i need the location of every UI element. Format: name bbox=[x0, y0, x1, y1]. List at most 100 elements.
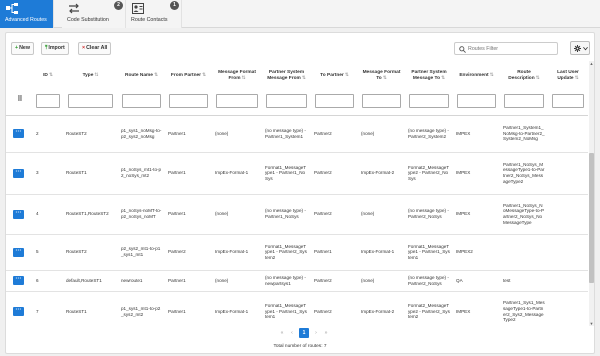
new-button[interactable]: +New bbox=[11, 42, 34, 55]
filter-row: ⠿ bbox=[6, 91, 588, 116]
filter-input-environment[interactable] bbox=[457, 93, 496, 108]
cell-message-format-from: ImpEx-Format-1 bbox=[212, 234, 262, 271]
new-button-label: New bbox=[19, 45, 30, 51]
filter-input-route-name[interactable] bbox=[122, 93, 161, 108]
column-header-route-name[interactable]: Route Name⇅ bbox=[118, 61, 165, 91]
column-header-last-user-update[interactable]: Last User Update⇅ bbox=[548, 61, 588, 91]
cell-partner-system-message-from: Format1_MessageType1 - Partner1_NoSys bbox=[262, 152, 311, 195]
next-page-button[interactable]: › bbox=[311, 328, 321, 338]
column-header-from-partner[interactable]: From Partner⇅ bbox=[165, 61, 212, 91]
column-header-partner-system-message-to[interactable]: Partner System Message To⇅ bbox=[405, 61, 453, 91]
sort-icon: ⇅ bbox=[344, 73, 349, 78]
sort-icon: ⇅ bbox=[202, 73, 207, 78]
table-row[interactable]: ··· 4 RouteST1,RouteST2 p1_noSys-noMT-to-p2… bbox=[6, 194, 588, 235]
scroll-up-arrow-icon[interactable]: ▲ bbox=[589, 61, 594, 66]
filter-input-id[interactable] bbox=[36, 93, 60, 108]
routes-table: ID⇅ Type⇅ Route Name⇅ From Partner⇅ Mess… bbox=[6, 61, 588, 326]
cell-message-format-to: ImpEx-Format-1 bbox=[358, 234, 405, 271]
column-header-type[interactable]: Type⇅ bbox=[63, 61, 118, 91]
row-menu-button[interactable]: ··· bbox=[13, 168, 24, 178]
row-actions-cell: ··· bbox=[6, 194, 33, 235]
column-chooser[interactable]: ⠿ bbox=[6, 91, 33, 116]
cell-partner-system-message-to: Format2_MessageType2 - Partner2_NoSys bbox=[405, 152, 453, 195]
cell-id: 5 bbox=[33, 234, 63, 271]
cell-partner-system-message-to: (no message type) - Partner2_NoSys bbox=[405, 194, 453, 235]
filter-input-route-description[interactable] bbox=[504, 93, 544, 108]
sort-icon: ⇅ bbox=[301, 76, 306, 81]
table-row[interactable]: ··· 2 RouteST2 p1_sys1_noMsg-to-p2_sys2_noM… bbox=[6, 115, 588, 153]
column-header-id[interactable]: ID⇅ bbox=[33, 61, 63, 91]
filter-input-partner-system-message-to[interactable] bbox=[409, 93, 449, 108]
cell-environment: IMPEX bbox=[453, 291, 500, 326]
cell-environment: IMPEX bbox=[453, 152, 500, 195]
cell-message-format-from: (none) bbox=[212, 115, 262, 153]
cell-last-user-update bbox=[548, 291, 588, 326]
column-header-environment[interactable]: Environment⇅ bbox=[453, 61, 500, 91]
chevron-down-icon bbox=[583, 46, 588, 51]
tab-label: Advanced Routes bbox=[5, 17, 47, 23]
cell-from-partner: Partner1 bbox=[165, 152, 212, 195]
close-icon: × bbox=[82, 45, 86, 51]
cell-message-format-from: ImpEx-Format-1 bbox=[212, 152, 262, 195]
last-page-button[interactable]: » bbox=[321, 328, 331, 338]
first-page-button[interactable]: « bbox=[277, 328, 287, 338]
scrollbar-thumb[interactable] bbox=[589, 153, 594, 283]
tab-route-contacts[interactable]: Route Contacts 1 bbox=[126, 0, 182, 28]
top-tab-strip: Advanced Routes Code Substitution 2 Rout… bbox=[0, 0, 600, 28]
cell-id: 4 bbox=[33, 194, 63, 235]
cell-route-name: newroute1 bbox=[118, 270, 165, 292]
cell-partner-system-message-to: (no message type) - Partner2_NoSys bbox=[405, 270, 453, 292]
tab-advanced-routes[interactable]: Advanced Routes bbox=[0, 0, 54, 28]
row-menu-button[interactable]: ··· bbox=[13, 307, 24, 316]
clear-all-label: Clear All bbox=[86, 45, 108, 51]
row-menu-button[interactable]: ··· bbox=[13, 129, 24, 138]
settings-dropdown-button[interactable] bbox=[570, 41, 590, 55]
count-badge: 2 bbox=[114, 1, 123, 10]
grid-columns-icon: ⠿ bbox=[17, 96, 22, 104]
cell-type: RouteST1 bbox=[63, 152, 118, 195]
cell-partner-system-message-from: Format1_MessageType1 - Partner1_System1 bbox=[262, 291, 311, 326]
column-header-message-format-to[interactable]: Message Format To⇅ bbox=[358, 61, 405, 91]
tab-code-substitution[interactable]: Code Substitution 2 bbox=[62, 0, 126, 28]
table-row[interactable]: ··· 5 RouteST2 p2_sys2_mt1-to-p1_sys1_mt1 Pa… bbox=[6, 234, 588, 271]
table-row[interactable]: ··· 7 RouteST1 p1_sys1_mt1-to-p2_sys2_mt2 Pa… bbox=[6, 291, 588, 326]
cell-to-partner: Partner2 bbox=[311, 291, 358, 326]
sort-icon: ⇅ bbox=[153, 73, 159, 78]
cell-route-description: Partner1_NoSys_MessageType1-to-Partner2_… bbox=[500, 152, 548, 195]
cell-last-user-update bbox=[548, 234, 588, 271]
sort-icon: ⇅ bbox=[241, 76, 246, 81]
row-menu-button[interactable]: ··· bbox=[13, 276, 24, 285]
import-button[interactable]: ⤒Import bbox=[41, 42, 69, 55]
filter-input-message-format-from[interactable] bbox=[216, 93, 258, 108]
filter-input-type[interactable] bbox=[67, 93, 114, 108]
cell-partner-system-message-from: (no message type) - Partner1_NoSys bbox=[262, 194, 311, 235]
column-header-partner-system-message-from[interactable]: Partner System Message From⇅ bbox=[262, 61, 311, 91]
cell-to-partner: Partner1 bbox=[311, 234, 358, 271]
filter-input-message-format-to[interactable] bbox=[362, 93, 401, 108]
filter-input-to-partner[interactable] bbox=[315, 93, 354, 108]
clear-all-button[interactable]: ×Clear All bbox=[78, 42, 112, 55]
row-menu-button[interactable]: ··· bbox=[13, 209, 24, 219]
cell-environment: IMPEX2 bbox=[453, 234, 500, 271]
column-header-message-format-from[interactable]: Message Format From⇅ bbox=[212, 61, 262, 91]
filter-input-last-user-update[interactable] bbox=[551, 93, 585, 108]
table-row[interactable]: ··· 6 default,RouteST1 newroute1 Partner1 (no… bbox=[6, 270, 588, 292]
row-menu-button[interactable]: ··· bbox=[13, 247, 24, 257]
filter-input-partner-system-message-from[interactable] bbox=[266, 93, 307, 108]
cell-message-format-to: ImpEx-Format-2 bbox=[358, 291, 405, 326]
cell-route-description: Partner1_NoSys_NoMessageType-to-Partner2… bbox=[500, 194, 548, 235]
current-page-button[interactable]: 1 bbox=[299, 328, 309, 338]
column-header-route-description[interactable]: Route Description⇅ bbox=[500, 61, 548, 91]
sort-icon: ⇅ bbox=[94, 73, 99, 78]
count-badge: 1 bbox=[170, 1, 179, 10]
routes-filter-input[interactable] bbox=[468, 44, 556, 54]
cell-type: RouteST2 bbox=[63, 234, 118, 271]
prev-page-button[interactable]: ‹ bbox=[287, 328, 297, 338]
cell-route-name: p1_noSys_mt1-to-p2_noSys_mt2 bbox=[118, 152, 165, 195]
table-row[interactable]: ··· 3 RouteST1 p1_noSys_mt1-to-p2_noSys_mt2… bbox=[6, 152, 588, 195]
filter-input-from-partner[interactable] bbox=[169, 93, 208, 108]
column-header-to-partner[interactable]: To Partner⇅ bbox=[311, 61, 358, 91]
sort-icon: ⇅ bbox=[382, 76, 387, 81]
routes-filter-search bbox=[454, 42, 558, 55]
vertical-scrollbar[interactable]: ▲ ▼ bbox=[589, 61, 594, 326]
